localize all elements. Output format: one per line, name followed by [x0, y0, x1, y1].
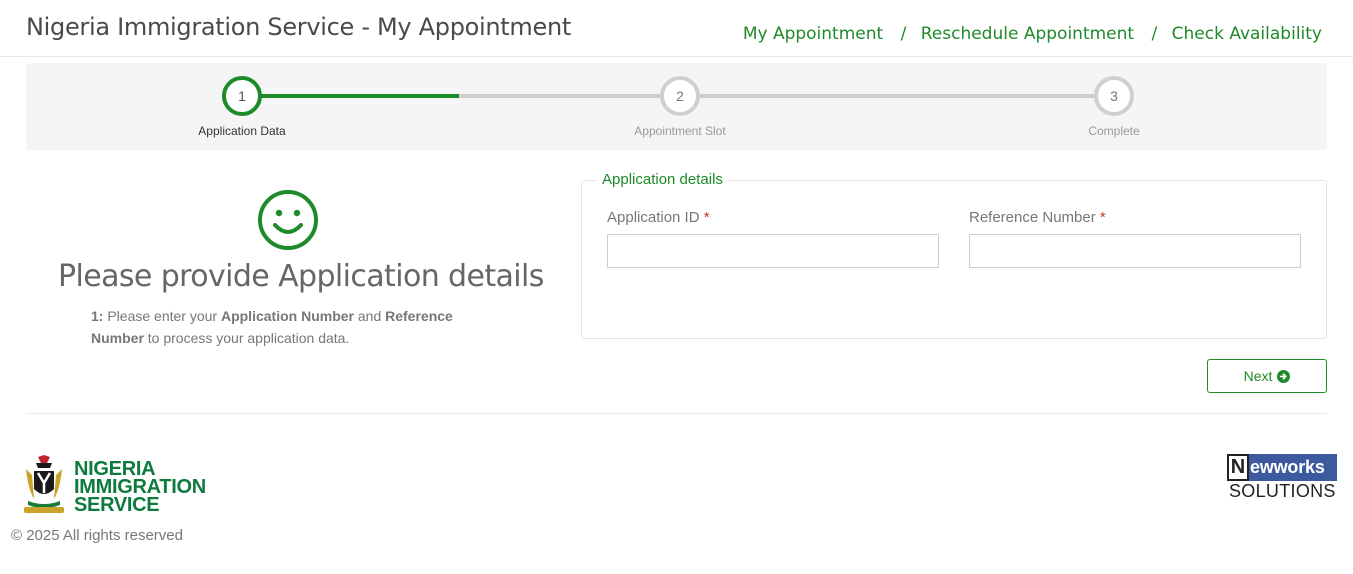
top-nav: My Appointment / Reschedule Appointment … [743, 24, 1322, 44]
nav-check-availability[interactable]: Check Availability [1172, 24, 1322, 44]
prompt-text-part: to process your application data. [143, 330, 350, 346]
nav-reschedule-appointment[interactable]: Reschedule Appointment [921, 24, 1134, 44]
required-marker: * [1099, 209, 1106, 226]
stepper-track-remaining [459, 94, 1114, 98]
nigeria-coat-of-arms-icon [24, 455, 64, 513]
footer-divider [26, 413, 1327, 414]
next-button-label: Next [1243, 368, 1273, 384]
reference-number-label: Reference Number * [969, 209, 1106, 226]
progress-stepper: 1 Application Data 2 Appointment Slot 3 … [26, 63, 1327, 150]
nis-logo-line: SERVICE [74, 494, 160, 516]
nis-logo-text: NIGERIA IMMIGRATION SERVICE [74, 459, 206, 516]
page-title: Nigeria Immigration Service - My Appoint… [26, 13, 571, 41]
prompt-heading: Please provide Application details [58, 259, 544, 294]
newworks-logo-sub: SOLUTIONS [1229, 481, 1336, 501]
prompt-bold-application-number: Application Number [220, 308, 354, 324]
newworks-logo-initial: N [1227, 454, 1249, 481]
newworks-logo-rest: ewworks [1249, 454, 1337, 481]
prompt-text-part: Please enter your [103, 308, 221, 324]
prompt-instructions: 1: Please enter your Application Number … [91, 305, 491, 349]
step-3-indicator[interactable]: 3 [1094, 76, 1134, 116]
arrow-circle-right-icon [1277, 369, 1291, 383]
smiley-face-icon [258, 190, 318, 250]
nav-separator: / [1151, 24, 1158, 44]
nav-separator: / [900, 24, 907, 44]
header: Nigeria Immigration Service - My Appoint… [0, 0, 1353, 57]
nav-my-appointment[interactable]: My Appointment [743, 24, 883, 44]
reference-number-label-text: Reference Number [969, 209, 1096, 226]
copyright-notice: © 2025 All rights reserved [11, 527, 183, 544]
application-details-fieldset: Application details Application ID * Ref… [581, 171, 1327, 339]
application-id-label-text: Application ID [607, 209, 700, 226]
required-marker: * [703, 209, 710, 226]
reference-number-input[interactable] [969, 234, 1301, 268]
step-1-label: Application Data [198, 124, 286, 138]
step-2-indicator[interactable]: 2 [660, 76, 700, 116]
application-id-input[interactable] [607, 234, 939, 268]
newworks-logo-top: N ewworks [1227, 454, 1337, 481]
step-2-label: Appointment Slot [634, 124, 726, 138]
prompt-step-prefix: 1: [91, 308, 104, 324]
step-1-indicator[interactable]: 1 [222, 76, 262, 116]
stepper-track-completed [242, 94, 459, 98]
fieldset-legend: Application details [596, 171, 729, 188]
application-id-label: Application ID * [607, 209, 710, 226]
newworks-solutions-logo: N ewworks SOLUTIONS [1227, 454, 1337, 502]
prompt-text-part: and [353, 308, 386, 324]
next-button[interactable]: Next [1207, 359, 1327, 393]
step-3-label: Complete [1088, 124, 1140, 138]
